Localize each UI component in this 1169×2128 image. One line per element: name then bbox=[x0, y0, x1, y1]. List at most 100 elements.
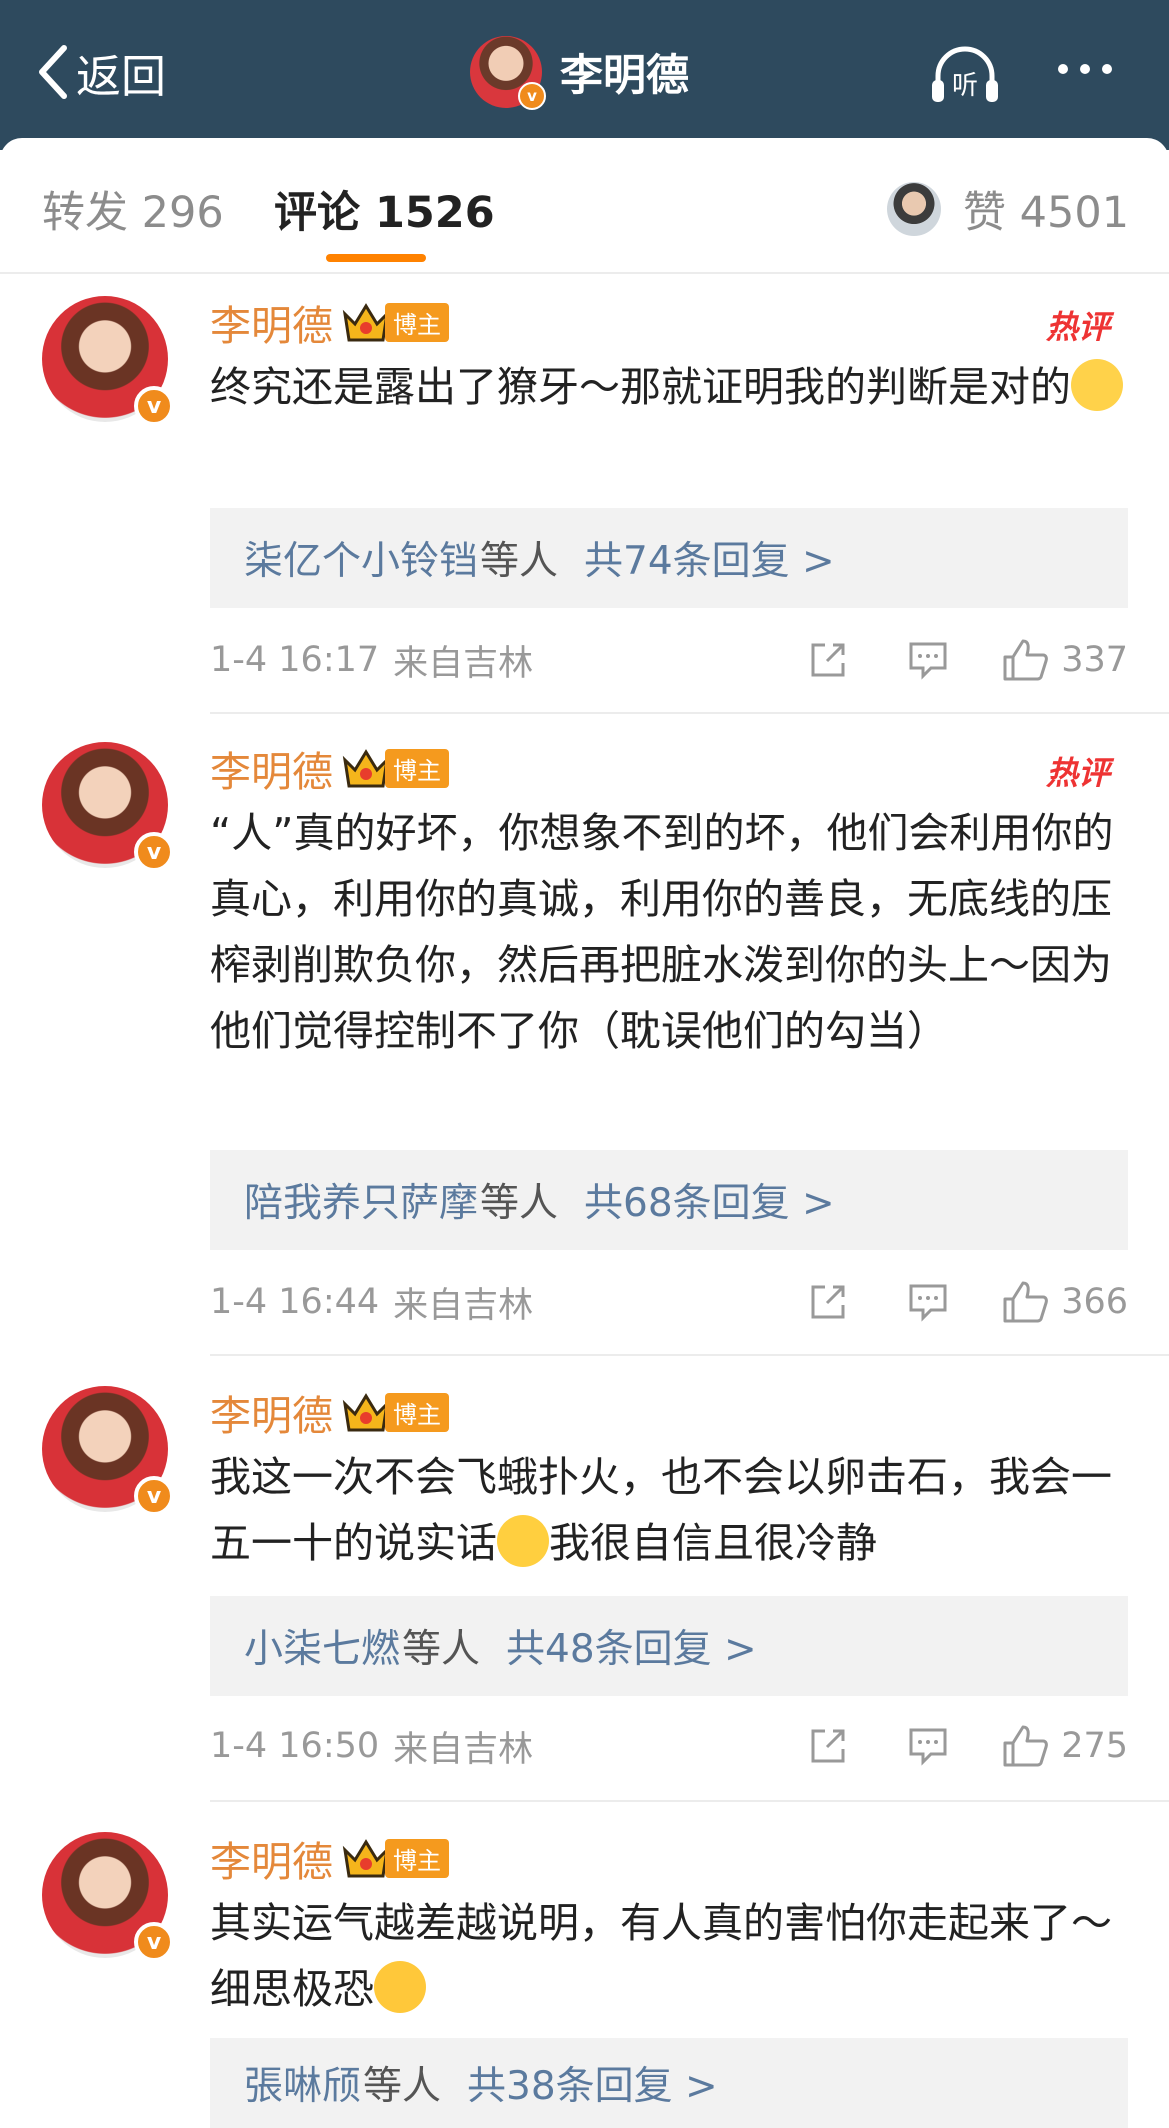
comment-icon[interactable] bbox=[907, 1282, 949, 1322]
chevron-left-icon bbox=[39, 45, 67, 99]
avatar[interactable]: v bbox=[42, 1832, 174, 1962]
tab-likes-label: 赞 4501 bbox=[963, 188, 1130, 238]
reply-count: 共74条回复 > bbox=[584, 539, 835, 584]
comment-meta: 1-4 16:17 来自吉林 337 bbox=[210, 630, 1128, 690]
comment-author: 李明德 博主 bbox=[210, 1386, 449, 1440]
author-name[interactable]: 李明德 bbox=[210, 1828, 333, 1888]
crown-icon bbox=[342, 749, 390, 788]
thumbs-up-icon bbox=[1003, 639, 1049, 681]
comment-text: “人”真的好坏，你想象不到的坏，他们会利用你的真心，利用你的真诚，利用你的善良，… bbox=[210, 809, 1114, 1055]
comment-item: v 李明德 博主 热评 “人”真的好坏，你想象不到的坏，他们会利用你的真心，利用… bbox=[0, 742, 1169, 1342]
verified-icon: v bbox=[134, 1476, 174, 1516]
comment-meta: 1-4 16:44 来自吉林 366 bbox=[210, 1272, 1128, 1332]
divider bbox=[210, 1800, 1169, 1802]
crown-icon bbox=[342, 1393, 390, 1432]
reply-summary[interactable]: 柒亿个小铃铛 等人 共74条回复 > bbox=[210, 508, 1128, 608]
blogger-badge: 博主 bbox=[385, 748, 449, 788]
reply-names: 張啉颀 bbox=[244, 2064, 362, 2109]
more-icon[interactable] bbox=[1058, 64, 1112, 74]
verified-icon: v bbox=[134, 386, 174, 426]
reply-etc: 等人 bbox=[480, 1181, 559, 1226]
like-button[interactable]: 275 bbox=[1001, 1723, 1128, 1769]
verified-icon: v bbox=[518, 82, 546, 110]
comment-actions: 366 bbox=[807, 1272, 1128, 1332]
comment-source: 来自吉林 bbox=[393, 643, 534, 684]
hot-comment-badge: 热评 bbox=[1046, 754, 1111, 792]
share-icon[interactable] bbox=[807, 1281, 849, 1323]
comment-time: 1-4 16:50 bbox=[210, 1726, 380, 1766]
reply-count: 共48条回复 > bbox=[506, 1627, 757, 1672]
reply-names: 陪我养只萨摩 bbox=[244, 1181, 479, 1226]
comment-item: v 李明德 博主 热评 终究还是露出了獠牙～那就证明我的判断是对的 柒亿个小铃铛… bbox=[0, 296, 1169, 716]
reply-etc: 等人 bbox=[480, 539, 559, 584]
author-name[interactable]: 李明德 bbox=[210, 292, 333, 352]
smile-emoji-icon bbox=[497, 1515, 549, 1567]
top-bar: 返回 v 李明德 听 bbox=[0, 0, 1169, 150]
avatar[interactable]: v bbox=[42, 742, 174, 872]
comment-icon[interactable] bbox=[907, 1726, 949, 1766]
like-button[interactable]: 366 bbox=[1001, 1279, 1128, 1325]
scared-emoji-icon bbox=[374, 1961, 426, 2013]
comment-item: v 李明德 博主 我这一次不会飞蛾扑火，也不会以卵击石，我会一五一十的说实话 我很… bbox=[0, 1386, 1169, 1786]
comment-meta: 1-4 16:50 来自吉林 275 bbox=[210, 1716, 1128, 1776]
thumbs-up-icon bbox=[1003, 1725, 1049, 1767]
tab-repost[interactable]: 转发 296 bbox=[42, 178, 224, 240]
comment-actions: 337 bbox=[807, 630, 1128, 690]
like-button[interactable]: 337 bbox=[1001, 637, 1128, 683]
blogger-badge: 博主 bbox=[385, 1838, 449, 1878]
reply-etc: 等人 bbox=[363, 2064, 442, 2109]
thumbs-up-icon bbox=[1003, 1281, 1049, 1323]
share-icon[interactable] bbox=[807, 639, 849, 681]
comment-source: 来自吉林 bbox=[393, 1285, 534, 1326]
glasses-emoji-icon bbox=[1071, 359, 1123, 411]
hot-comment-badge: 热评 bbox=[1046, 308, 1111, 346]
comment-text-part-b: 我很自信且很冷静 bbox=[549, 1519, 877, 1567]
back-button[interactable]: 返回 bbox=[36, 42, 167, 103]
reply-names: 柒亿个小铃铛 bbox=[244, 539, 479, 584]
tab-bar: 转发 296 评论 1526 赞 4501 bbox=[0, 138, 1169, 274]
back-label: 返回 bbox=[76, 49, 167, 103]
crown-icon bbox=[342, 303, 390, 342]
reply-etc: 等人 bbox=[402, 1627, 481, 1672]
comment-text: 终究还是露出了獠牙～那就证明我的判断是对的 bbox=[210, 354, 1132, 420]
author-name[interactable]: 李明德 bbox=[210, 1382, 333, 1442]
blogger-badge: 博主 bbox=[385, 302, 449, 342]
author-name[interactable]: 李明德 bbox=[210, 738, 333, 798]
reply-count: 共68条回复 > bbox=[584, 1181, 835, 1226]
comment-author: 李明德 博主 bbox=[210, 1832, 449, 1886]
reply-count: 共38条回复 > bbox=[467, 2064, 718, 2109]
comment-author: 李明德 博主 bbox=[210, 742, 449, 796]
reply-summary[interactable]: 小柒七燃 等人 共48条回复 > bbox=[210, 1596, 1128, 1696]
header-user[interactable]: v 李明德 bbox=[470, 34, 689, 110]
divider bbox=[210, 712, 1169, 714]
verified-icon: v bbox=[134, 832, 174, 872]
divider bbox=[210, 1354, 1169, 1356]
avatar bbox=[887, 182, 941, 236]
reply-summary[interactable]: 張啉颀 等人 共38条回复 > bbox=[210, 2038, 1128, 2128]
tab-likes[interactable]: 赞 4501 bbox=[887, 178, 1129, 240]
share-icon[interactable] bbox=[807, 1725, 849, 1767]
tab-comment[interactable]: 评论 1526 bbox=[274, 178, 495, 240]
comment-author: 李明德 博主 bbox=[210, 296, 449, 350]
comment-text-content: 终究还是露出了獠牙～那就证明我的判断是对的 bbox=[210, 363, 1071, 411]
blogger-badge: 博主 bbox=[385, 1392, 449, 1432]
avatar: v bbox=[470, 36, 546, 110]
page-title: 李明德 bbox=[560, 51, 689, 101]
comment-actions: 275 bbox=[807, 1716, 1128, 1776]
verified-icon: v bbox=[134, 1922, 174, 1962]
comment-icon[interactable] bbox=[907, 640, 949, 680]
like-count: 275 bbox=[1061, 1726, 1128, 1766]
comment-source: 来自吉林 bbox=[393, 1729, 534, 1770]
avatar[interactable]: v bbox=[42, 296, 174, 426]
headphones-icon[interactable]: 听 bbox=[928, 46, 1002, 104]
reply-names: 小柒七燃 bbox=[244, 1627, 401, 1672]
comment-time: 1-4 16:17 bbox=[210, 640, 380, 680]
like-count: 337 bbox=[1061, 640, 1128, 680]
reply-summary[interactable]: 陪我养只萨摩 等人 共68条回复 > bbox=[210, 1150, 1128, 1250]
active-tab-indicator bbox=[326, 254, 426, 262]
comment-text: 其实运气越差越说明，有人真的害怕你走起来了～细思极恐 bbox=[210, 1890, 1132, 2022]
like-count: 366 bbox=[1061, 1282, 1128, 1322]
avatar[interactable]: v bbox=[42, 1386, 174, 1516]
comment-item: v 李明德 博主 其实运气越差越说明，有人真的害怕你走起来了～细思极恐 張啉颀 … bbox=[0, 1832, 1169, 2128]
listen-label: 听 bbox=[952, 71, 978, 101]
